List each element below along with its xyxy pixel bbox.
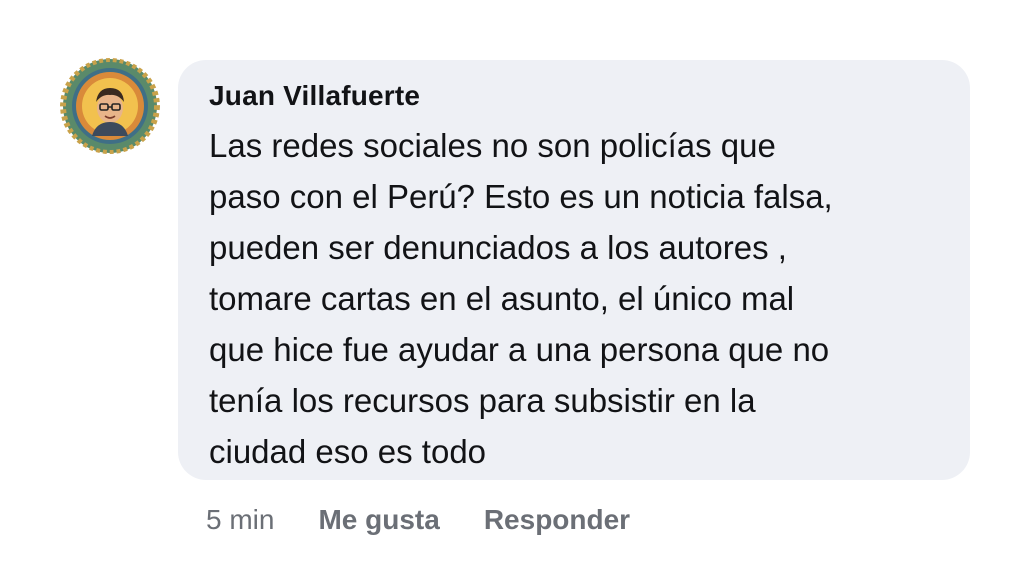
comment-timestamp: 5 min <box>206 504 275 535</box>
comment-line: tomare cartas en el asunto, el único mal <box>209 280 795 317</box>
user-avatar-icon[interactable] <box>60 58 160 154</box>
comment-actions: 5 min Me gusta Responder <box>206 500 674 540</box>
comment-line: Las redes sociales no son policías que <box>209 127 776 164</box>
comment-thread: Juan Villafuerte Las redes sociales no s… <box>0 0 1024 576</box>
comment-author[interactable]: Juan Villafuerte <box>209 78 940 114</box>
comment-bubble: Juan Villafuerte Las redes sociales no s… <box>178 60 970 480</box>
comment-line: pueden ser denunciados a los autores , <box>209 229 787 266</box>
like-button[interactable]: Me gusta <box>318 500 439 540</box>
comment-text: Las redes sociales no son policías que p… <box>209 120 940 477</box>
comment-line: tenía los recursos para subsistir en la <box>209 382 756 419</box>
comment-line: que hice fue ayudar a una persona que no <box>209 331 830 368</box>
comment-line: paso con el Perú? Esto es un noticia fal… <box>209 178 833 215</box>
comment-line: ciudad eso es todo <box>209 433 487 470</box>
reply-button[interactable]: Responder <box>484 500 630 540</box>
